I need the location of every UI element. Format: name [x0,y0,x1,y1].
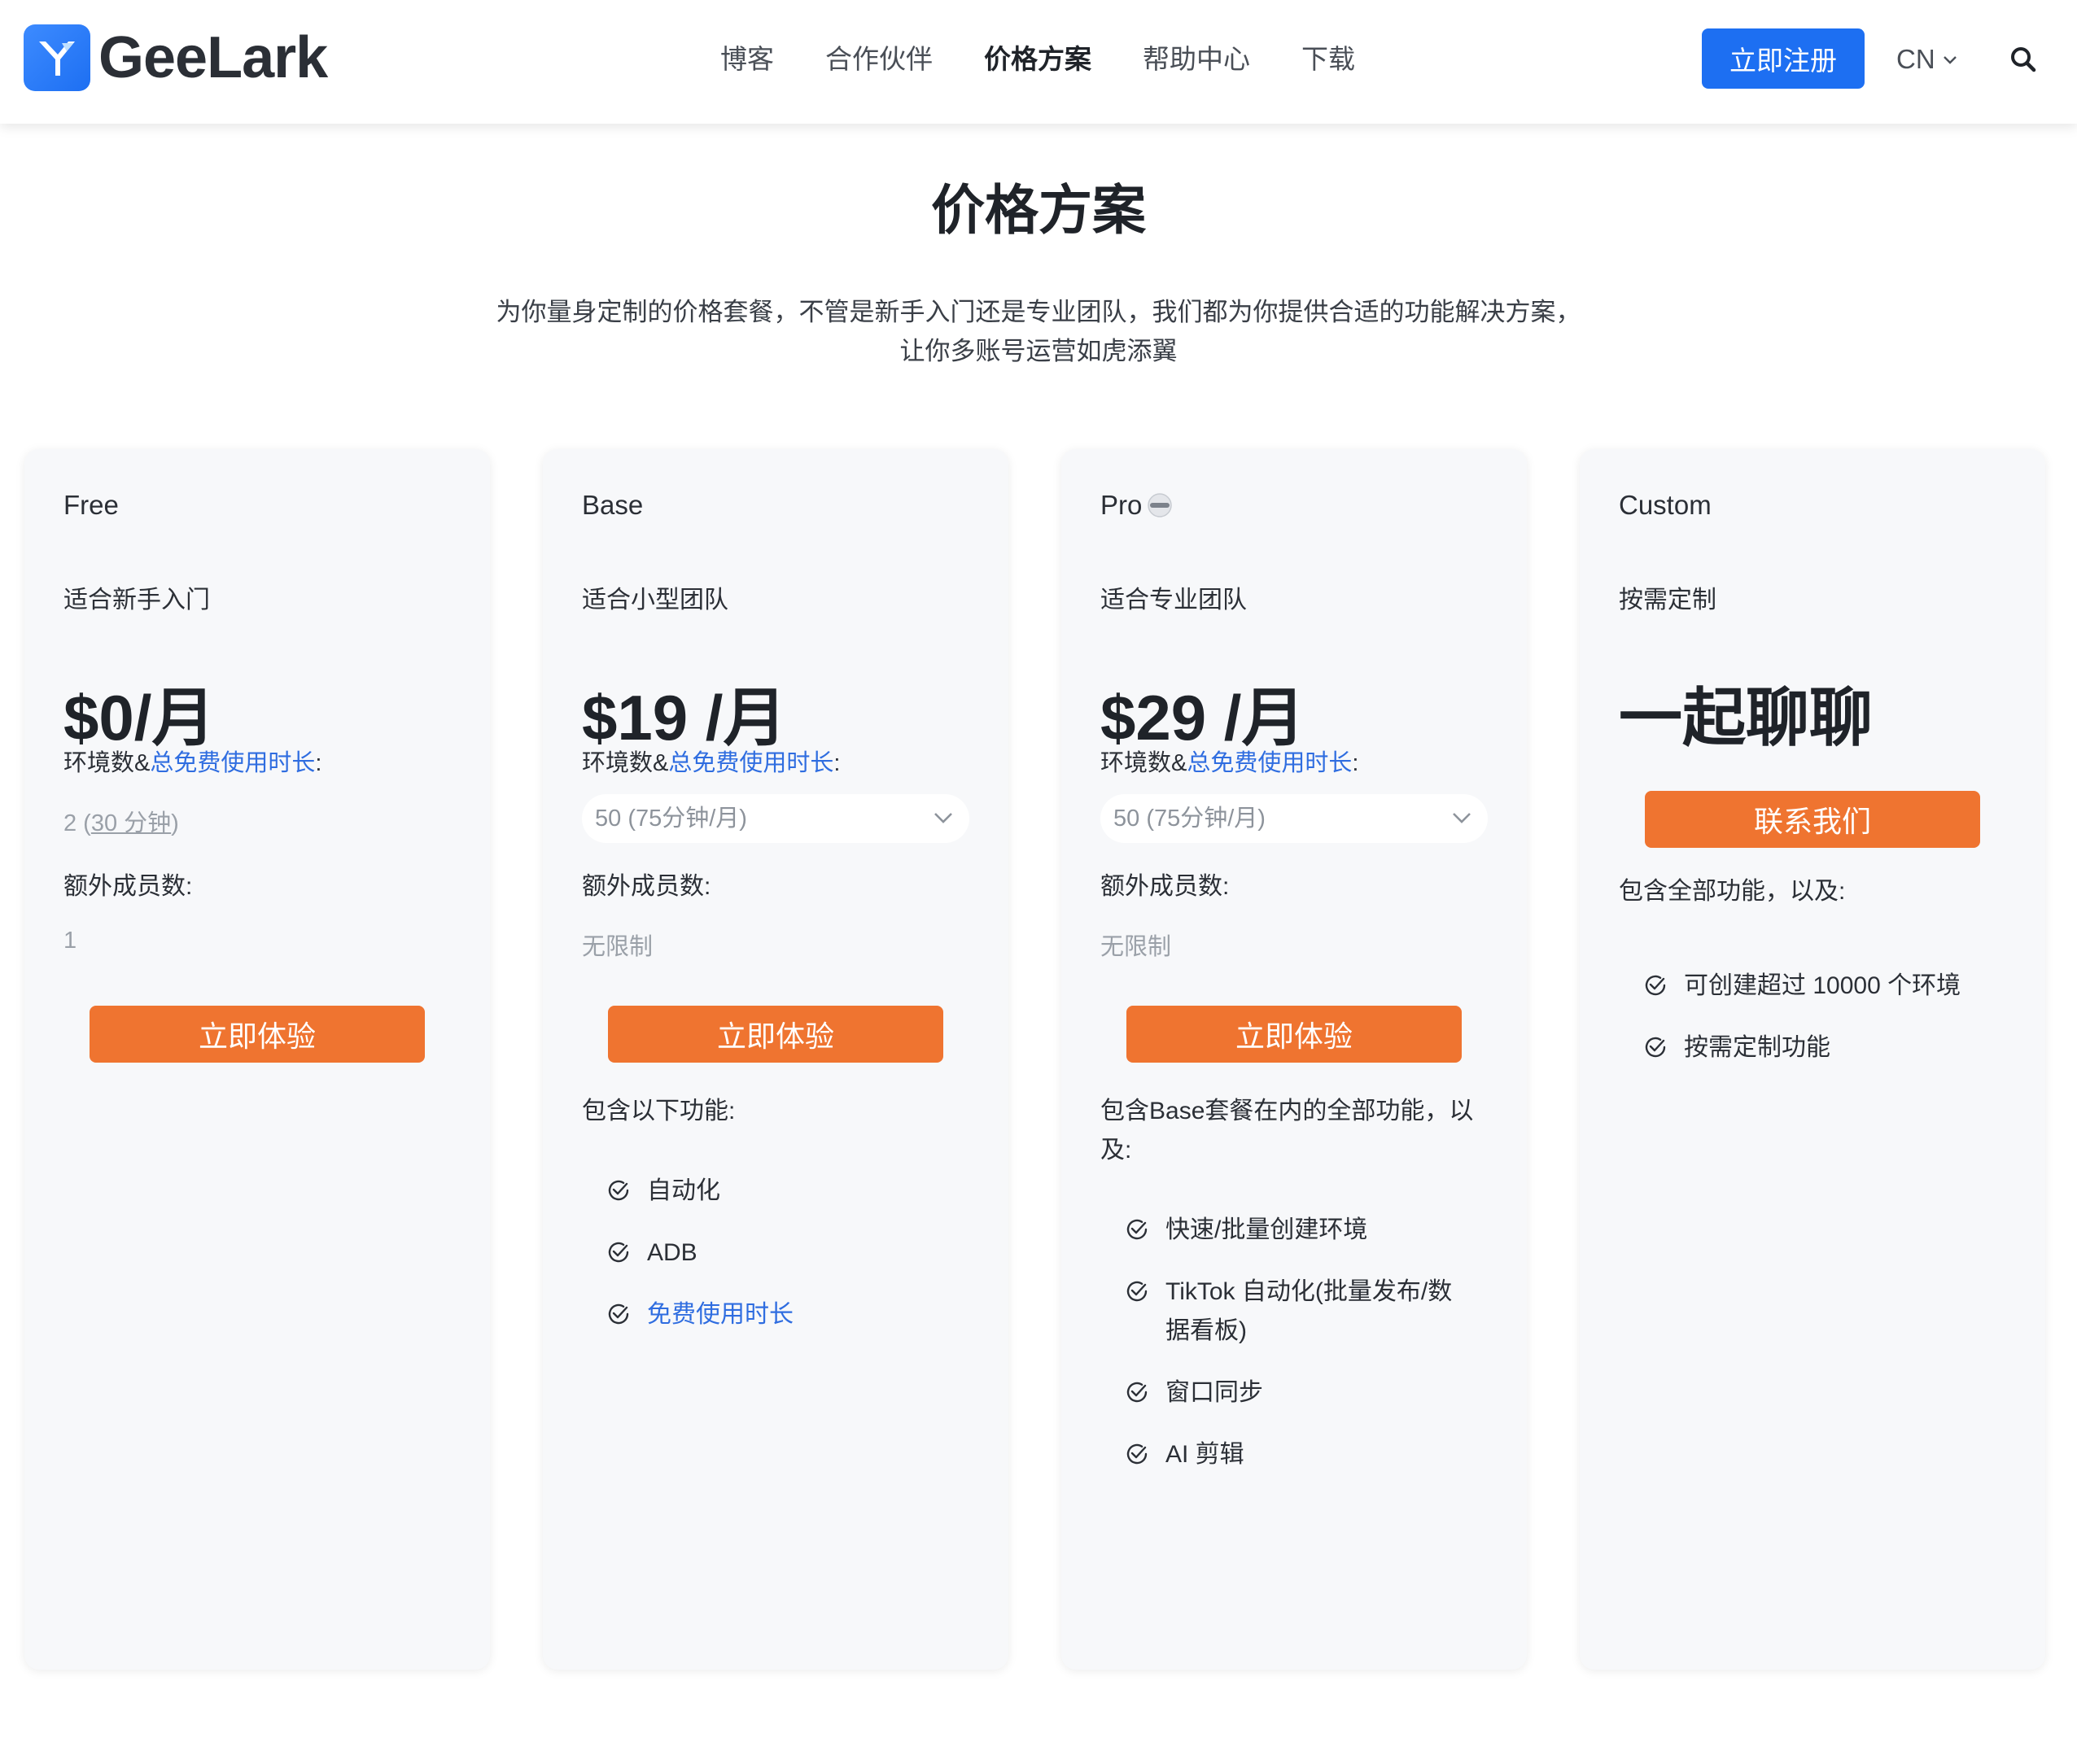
feature-item: 快速/批量创建环境 [1125,1211,1467,1250]
env-label-colon: : [315,750,322,776]
includes-label: 包含全部功能，以及: [1619,878,1846,905]
feature-text: 快速/批量创建环境 [1165,1216,1368,1243]
feature-text: 按需定制功能 [1684,1034,1830,1061]
feature-item: AI 剪辑 [1125,1435,1467,1474]
env-label: 环境数&总免费使用时长: [63,744,321,778]
signup-button[interactable]: 立即注册 [1702,28,1865,89]
page-title: 价格方案 [931,180,1146,240]
env-duration: 30 分钟 [90,810,172,836]
nav-help-center[interactable]: 帮助中心 [1143,39,1250,80]
extra-members-label: 额外成员数: [582,873,711,900]
try-now-button[interactable]: 立即体验 [608,1006,943,1063]
chevron-down-icon [934,813,952,823]
feature-item: 可创建超过 10000 个环境 [1643,967,2018,1006]
feature-item: ADB [606,1233,981,1273]
free-duration-link[interactable]: 总免费使用时长 [150,750,315,776]
geelark-logo-icon [24,24,90,91]
try-now-button[interactable]: 立即体验 [1126,1006,1462,1063]
contact-us-button[interactable]: 联系我们 [1645,791,1980,848]
feature-item: 自动化 [606,1172,981,1211]
nav-partners[interactable]: 合作伙伴 [825,39,933,80]
feature-list: 自动化 ADB 免费使用时长 [606,1172,981,1357]
env-label-text: 环境数& [1100,750,1187,776]
try-now-button[interactable]: 立即体验 [90,1006,425,1063]
chevron-down-icon [1943,56,1957,64]
env-label-text: 环境数& [582,750,669,776]
language-selector[interactable]: CN [1896,39,1958,80]
check-circle-icon [1126,1382,1148,1403]
env-close: ) [171,810,179,836]
extra-members-value: 1 [63,928,77,954]
plan-subtitle: 适合专业团队 [1100,587,1247,613]
feature-item: 按需定制功能 [1643,1028,2018,1068]
extra-members-value: 无限制 [582,934,654,960]
feature-text: ADB [647,1239,697,1266]
check-circle-icon [1126,1281,1148,1302]
check-circle-icon [1126,1443,1148,1465]
plan-card-custom: Custom 按需定制 一起聊聊 联系我们 包含全部功能，以及: 可创建超过 1… [1580,449,2045,1670]
env-label: 环境数&总免费使用时长: [582,744,840,778]
extra-members-label: 额外成员数: [63,873,193,900]
env-select[interactable]: 50 (75分钟/月) [582,794,969,843]
nav-pricing[interactable]: 价格方案 [984,39,1091,80]
top-header: GeeLark 博客 合作伙伴 价格方案 帮助中心 下载 立即注册 CN [0,0,2077,124]
plan-name: Pro [1100,490,1143,520]
plan-card-pro: Pro 适合专业团队 $29 /月 环境数&总免费使用时长: 50 (75分钟/… [1061,449,1527,1670]
plan-name: Base [582,490,644,520]
page-description: 为你量身定制的价格套餐，不管是新手入门还是专业团队，我们都为你提供合适的功能解决… [496,298,1581,365]
check-circle-icon [608,1242,629,1263]
plan-card-free: Free 适合新手入门 $0/月 环境数&总免费使用时长: 2 (30 分钟) … [24,449,490,1670]
nav-download[interactable]: 下载 [1301,39,1355,80]
chevron-down-icon [1453,813,1471,823]
plan-card-base: Base 适合小型团队 $19 /月 环境数&总免费使用时长: 50 (75分钟… [543,449,1008,1670]
free-duration-link[interactable]: 总免费使用时长 [1187,750,1352,776]
env-label: 环境数&总免费使用时长: [1100,744,1358,778]
env-label-colon: : [1352,750,1359,776]
includes-label: 包含Base套餐在内的全部功能，以及: [1100,1098,1474,1164]
plan-subtitle: 适合小型团队 [582,587,728,613]
feature-item: TikTok 自动化(批量发布/数据看板) [1125,1273,1467,1351]
env-value: 2 (30 分钟) [63,804,179,838]
includes-label: 包含以下功能: [582,1098,736,1124]
feature-item: 窗口同步 [1125,1373,1467,1413]
feature-item: 免费使用时长 [606,1295,981,1334]
feature-text: AI 剪辑 [1165,1441,1244,1468]
free-duration-feature-link[interactable]: 免费使用时长 [647,1295,794,1334]
extra-members-label: 额外成员数: [1100,873,1230,900]
check-circle-icon [1645,975,1666,996]
env-label-text: 环境数& [63,750,151,776]
language-label: CN [1896,44,1935,74]
search-icon[interactable] [2007,43,2040,76]
feature-list: 快速/批量创建环境 TikTok 自动化(批量发布/数据看板) 窗口同步 AI … [1125,1211,1467,1497]
plan-price: 一起聊聊 [1619,682,1874,753]
env-select-value: 50 (75分钟/月) [1113,806,1266,832]
plan-name-row: Pro [1100,490,1173,521]
logo-text: GeeLark [98,25,328,90]
feature-list: 可创建超过 10000 个环境 按需定制功能 [1643,967,2018,1090]
feature-text: 窗口同步 [1165,1379,1263,1406]
geelark-logo[interactable]: GeeLark [24,24,328,91]
feature-text: TikTok 自动化(批量发布/数据看板) [1165,1278,1453,1344]
feature-text: 自动化 [647,1177,720,1204]
plan-name: Custom [1619,490,1712,520]
check-circle-icon [1126,1219,1148,1240]
plan-subtitle: 按需定制 [1619,587,1716,613]
env-count: 2 ( [63,810,91,836]
extra-members-value: 无限制 [1100,934,1172,960]
env-select[interactable]: 50 (75分钟/月) [1100,794,1488,843]
pro-badge-icon [1148,493,1173,517]
plan-name: Free [63,490,119,520]
env-select-value: 50 (75分钟/月) [595,806,747,832]
nav-blog[interactable]: 博客 [720,39,774,80]
check-circle-icon [1645,1037,1666,1058]
main-nav: 博客 合作伙伴 价格方案 帮助中心 下载 [720,39,1406,80]
plan-subtitle: 适合新手入门 [63,587,210,613]
env-label-colon: : [833,750,841,776]
feature-text: 可创建超过 10000 个环境 [1684,972,1961,999]
free-duration-link[interactable]: 总免费使用时长 [668,750,833,776]
check-circle-icon [608,1303,629,1325]
check-circle-icon [608,1180,629,1201]
